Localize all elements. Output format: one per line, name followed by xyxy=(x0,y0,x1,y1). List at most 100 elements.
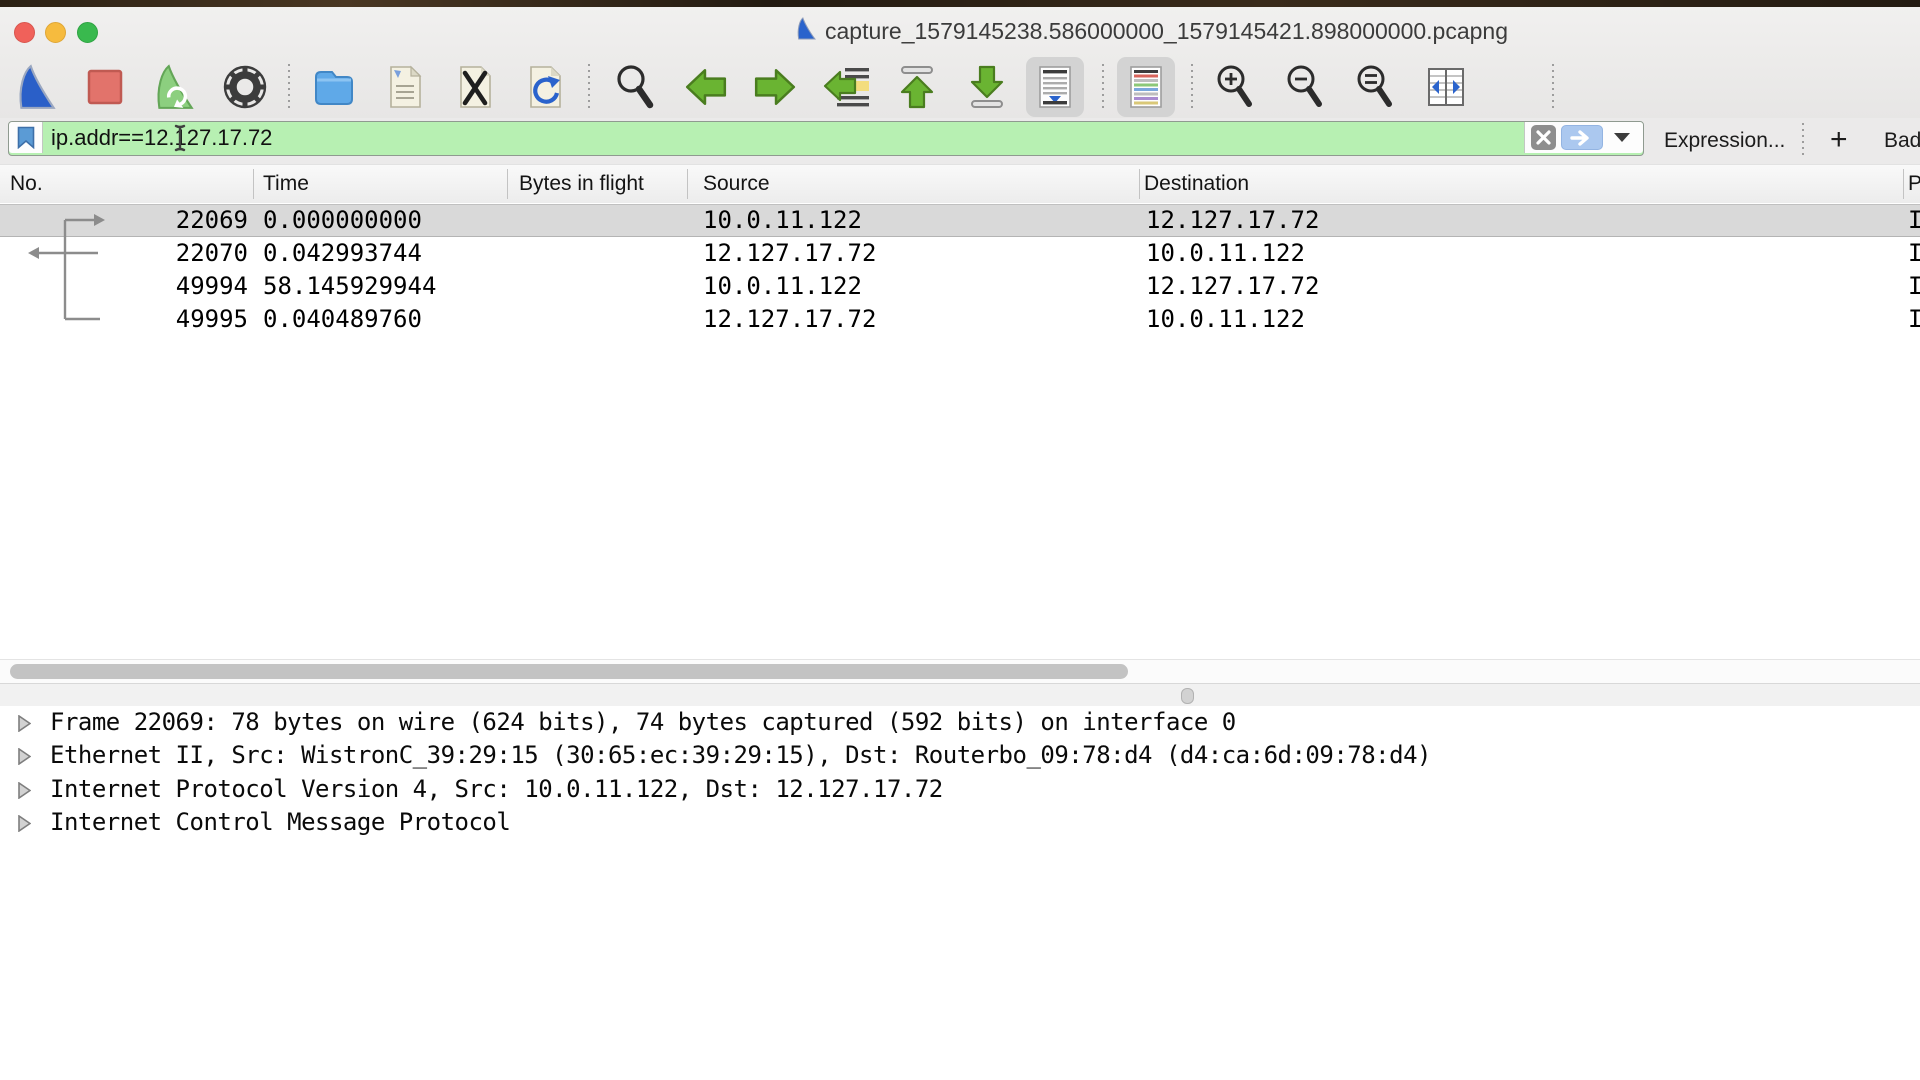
search-icon xyxy=(612,63,658,111)
cell-protocol-clipped: I xyxy=(1908,303,1920,336)
column-header-protocol-clipped[interactable]: P xyxy=(1908,165,1920,203)
detail-row-ethernet[interactable]: Ethernet II, Src: WistronC_39:29:15 (30:… xyxy=(0,739,1920,773)
related-packets-indicator xyxy=(8,203,118,343)
pane-splitter[interactable] xyxy=(0,683,1920,708)
column-header-bytes-in-flight[interactable]: Bytes in flight xyxy=(519,165,644,203)
filter-history-dropdown[interactable] xyxy=(1614,133,1630,142)
window-title: capture_1579145238.586000000_1579145421.… xyxy=(825,18,1508,45)
cell-source: 12.127.17.72 xyxy=(703,237,876,270)
toolbar-separator xyxy=(1191,64,1193,110)
titlebar: capture_1579145238.586000000_1579145421.… xyxy=(795,15,1508,47)
cell-protocol-clipped: I xyxy=(1908,270,1920,303)
arrow-right-icon xyxy=(752,65,798,109)
column-divider[interactable] xyxy=(687,169,688,199)
colorize-toggle[interactable] xyxy=(1117,57,1175,117)
find-packet-button[interactable] xyxy=(606,57,664,117)
detail-row-frame[interactable]: Frame 22069: 78 bytes on wire (624 bits)… xyxy=(0,706,1920,740)
go-back-button[interactable] xyxy=(677,57,735,117)
cell-destination: 12.127.17.72 xyxy=(1146,205,1319,236)
resize-columns-button[interactable] xyxy=(1417,57,1475,117)
cell-destination: 10.0.11.122 xyxy=(1146,303,1305,336)
packet-list: 22069 0.000000000 10.0.11.122 12.127.17.… xyxy=(0,203,1920,659)
restart-capture-button[interactable] xyxy=(146,57,204,117)
toolbar-separator xyxy=(1552,64,1554,110)
cell-time: 58.145929944 xyxy=(263,270,436,303)
go-forward-button[interactable] xyxy=(746,57,804,117)
expand-triangle-icon[interactable] xyxy=(18,815,31,832)
wireshark-start-capture-icon xyxy=(15,63,59,111)
auto-scroll-icon xyxy=(1034,63,1076,111)
filter-buttons-group xyxy=(1524,122,1643,153)
go-first-packet-button[interactable] xyxy=(888,57,946,117)
cell-protocol-clipped: I xyxy=(1908,205,1920,236)
column-header-time[interactable]: Time xyxy=(263,165,309,203)
packet-row[interactable]: 49994 58.145929944 10.0.11.122 12.127.17… xyxy=(0,270,1920,303)
packet-details-pane: Frame 22069: 78 bytes on wire (624 bits)… xyxy=(0,706,1920,1080)
go-to-packet-button[interactable] xyxy=(818,57,876,117)
cell-source: 12.127.17.72 xyxy=(703,303,876,336)
detail-text: Internet Protocol Version 4, Src: 10.0.1… xyxy=(50,773,943,806)
detail-row-icmp[interactable]: Internet Control Message Protocol xyxy=(0,806,1920,840)
reload-file-button[interactable] xyxy=(516,57,574,117)
auto-scroll-toggle[interactable] xyxy=(1026,57,1084,117)
filter-shortcut-bad[interactable]: Bad xyxy=(1884,118,1920,164)
cell-source: 10.0.11.122 xyxy=(703,270,862,303)
detail-text: Ethernet II, Src: WistronC_39:29:15 (30:… xyxy=(50,739,1431,772)
resize-columns-icon xyxy=(1423,65,1469,109)
column-header-destination[interactable]: Destination xyxy=(1144,165,1249,203)
wireshark-window: capture_1579145238.586000000_1579145421.… xyxy=(0,0,1920,1080)
horizontal-scrollbar[interactable] xyxy=(0,659,1920,684)
arrow-up-bar-icon xyxy=(894,64,940,110)
zoom-out-icon xyxy=(1282,63,1328,111)
add-filter-button[interactable]: + xyxy=(1830,118,1848,162)
column-header-no[interactable]: No. xyxy=(10,165,43,203)
zoom-normal-button[interactable] xyxy=(1346,57,1404,117)
capture-options-button[interactable] xyxy=(216,57,274,117)
expand-triangle-icon[interactable] xyxy=(18,715,31,732)
zoom-window-button[interactable] xyxy=(77,22,98,43)
stop-capture-button[interactable] xyxy=(76,57,134,117)
minimize-window-button[interactable] xyxy=(45,22,66,43)
column-divider[interactable] xyxy=(1139,169,1140,199)
desktop-background-strip xyxy=(0,0,1920,7)
cell-time: 0.000000000 xyxy=(263,205,422,236)
save-file-button[interactable] xyxy=(376,57,434,117)
filter-apply-button[interactable] xyxy=(1561,125,1603,150)
detail-row-ip[interactable]: Internet Protocol Version 4, Src: 10.0.1… xyxy=(0,773,1920,807)
filter-bar: ip.addr==12.127.17.72 Expressi xyxy=(0,118,1920,165)
start-capture-button[interactable] xyxy=(8,57,66,117)
save-file-icon xyxy=(384,64,426,110)
filter-bookmark-button[interactable] xyxy=(9,122,43,153)
wireshark-fin-icon xyxy=(795,15,817,47)
close-window-button[interactable] xyxy=(14,22,35,43)
scrollbar-thumb[interactable] xyxy=(10,664,1128,679)
column-divider[interactable] xyxy=(253,169,254,199)
toolbar-separator xyxy=(1102,64,1104,110)
zoom-in-button[interactable] xyxy=(1206,57,1264,117)
splitter-handle[interactable] xyxy=(1181,688,1194,704)
go-to-packet-icon xyxy=(823,64,871,110)
reload-file-icon xyxy=(524,64,566,110)
go-last-packet-button[interactable] xyxy=(958,57,1016,117)
column-divider[interactable] xyxy=(1903,169,1904,199)
open-file-button[interactable] xyxy=(305,57,363,117)
cell-time: 0.040489760 xyxy=(263,303,422,336)
column-divider[interactable] xyxy=(507,169,508,199)
arrow-down-bar-icon xyxy=(964,64,1010,110)
packet-row[interactable]: 22069 0.000000000 10.0.11.122 12.127.17.… xyxy=(0,204,1920,237)
zoom-normal-icon xyxy=(1352,63,1398,111)
expression-button[interactable]: Expression... xyxy=(1664,118,1785,164)
filter-clear-button[interactable] xyxy=(1531,125,1556,150)
close-file-icon xyxy=(454,64,496,110)
cell-protocol-clipped: I xyxy=(1908,237,1920,270)
packet-row[interactable]: 22070 0.042993744 12.127.17.72 10.0.11.1… xyxy=(0,237,1920,270)
column-header-source[interactable]: Source xyxy=(703,165,770,203)
window-chrome: capture_1579145238.586000000_1579145421.… xyxy=(0,7,1920,119)
zoom-out-button[interactable] xyxy=(1276,57,1334,117)
close-file-button[interactable] xyxy=(446,57,504,117)
expand-triangle-icon[interactable] xyxy=(18,748,31,765)
packet-row[interactable]: 49995 0.040489760 12.127.17.72 10.0.11.1… xyxy=(0,303,1920,336)
display-filter-input[interactable]: ip.addr==12.127.17.72 xyxy=(8,121,1644,156)
expand-triangle-icon[interactable] xyxy=(18,782,31,799)
detail-text: Frame 22069: 78 bytes on wire (624 bits)… xyxy=(50,706,1236,739)
